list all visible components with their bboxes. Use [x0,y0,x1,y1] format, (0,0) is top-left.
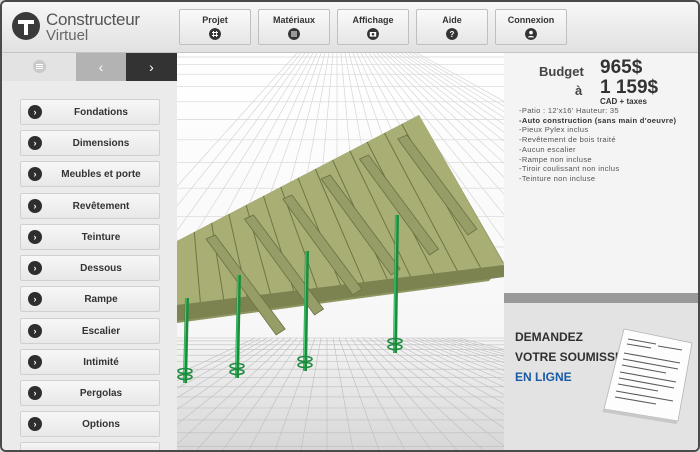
nav-connexion-button[interactable]: Connexion [495,9,567,45]
budget-range-separator: à [575,83,583,98]
detail-line: -Teinture non incluse [519,173,596,183]
menu-item-options[interactable]: › Options [20,411,160,437]
menu-item-label: Pergolas [79,388,123,399]
chevron-right-icon: › [28,386,42,400]
project-details: -Patio : 12'x16' Hauteur: 35 -Auto const… [519,106,697,184]
nav-label: Connexion [507,15,555,25]
menu-item-label: Fondations [74,107,128,118]
quote-document-image [602,328,693,424]
menu-item-label: Revêtement [72,201,130,212]
chevron-right-icon: › [28,292,42,306]
menu-item-label: Teinture [81,232,121,243]
budget-max-value: 1 159$ [600,77,659,98]
detail-line: -Rampe non incluse [519,154,592,164]
logo-subtitle: Virtuel [46,27,89,44]
chevron-right-icon: › [28,105,42,119]
nav-label: Matériaux [272,15,316,25]
chevron-right-icon: › [28,136,42,150]
nav-label: Aide [442,15,462,25]
deck-3d-render[interactable] [177,53,504,450]
menu-item-fondations[interactable]: › Fondations [20,99,160,125]
detail-line: -Auto construction (sans main d'oeuvre) [519,115,677,125]
menu-item-dimensions[interactable]: › Dimensions [20,130,160,156]
menu-item-intimite[interactable]: › Intimité [20,349,160,375]
budget-currency: CAD + taxes [600,97,647,106]
detail-line: -Revêtement de bois traité [519,135,616,145]
chevron-right-icon: › [28,355,42,369]
menu-item-label: Dessous [80,263,122,274]
sidebar-toolbar: ‹ › [2,53,177,81]
nav-materiaux-button[interactable]: Matériaux [258,9,330,45]
chevron-right-icon: › [28,417,42,431]
grid-icon [209,28,221,40]
svg-text:?: ? [450,30,455,39]
detail-line: -Aucun escalier [519,144,576,154]
menu-item-label: Options [82,419,120,430]
list-icon [288,28,300,40]
quote-request-banner[interactable]: DEMANDEZ VOTRE SOUMISSION EN LIGNE [504,303,698,450]
menu-item-teinture[interactable]: › Teinture [20,224,160,250]
budget-label: Budget [539,64,584,79]
top-bar: Constructeur Virtuel Projet Matériaux Af… [2,2,698,53]
nav-projet-button[interactable]: Projet [179,9,251,45]
nav-label: Projet [202,15,228,25]
nav-affichage-button[interactable]: Affichage [337,9,409,45]
3d-viewport[interactable] [177,53,504,450]
previous-step-button[interactable]: ‹ [76,53,126,81]
app-window: Constructeur Virtuel Projet Matériaux Af… [0,0,700,452]
menu-icon [33,60,46,73]
sidebar-menu-button[interactable] [2,53,76,81]
logo-icon [12,12,40,40]
chevron-right-icon: › [28,199,42,213]
menu-item-label: Meubles et porte [61,169,141,180]
menu-item-label: Rampe [84,294,118,305]
menu-item-label: Intimité [83,357,119,368]
menu-item-rampe[interactable]: › Rampe [20,286,160,312]
right-panel: Budget 965$ à 1 159$ CAD + taxes -Patio … [504,53,698,450]
panel-divider [504,293,698,303]
nav-aide-button[interactable]: Aide ? [416,9,488,45]
app-logo[interactable]: Constructeur Virtuel [12,10,172,46]
detail-line: -Tiroir coulissant non inclus [519,164,620,174]
promo-online-link[interactable]: EN LIGNE [515,370,572,384]
menu-item-escalier[interactable]: › Escalier [20,318,160,344]
menu-item-label: Escalier [81,326,121,337]
menu-item-revetement[interactable]: › Revêtement [20,193,160,219]
chevron-right-icon: › [28,167,42,181]
camera-icon [367,28,379,40]
menu-item-pergolas[interactable]: › Pergolas [20,380,160,406]
chevron-right-icon: › [28,324,42,338]
chevron-right-icon: › [28,230,42,244]
user-icon [525,28,537,40]
menu-item-dessous[interactable]: › Dessous [20,255,160,281]
menu-item-label: Dimensions [72,138,130,149]
promo-line-1: DEMANDEZ [515,330,583,344]
question-icon: ? [446,28,458,40]
detail-line: -Patio : 12'x16' Hauteur: 35 [519,106,619,115]
detail-line: -Pieux Pylex inclus [519,125,589,135]
left-sidebar: ‹ › › Fondations › Dimensions › Meubles … [2,53,177,450]
budget-min-value: 965$ [600,57,643,78]
nav-label: Affichage [352,15,394,25]
menu-item-partial [20,442,160,450]
next-step-button[interactable]: › [126,53,177,81]
chevron-right-icon: › [28,261,42,275]
menu-item-meubles[interactable]: › Meubles et porte [20,161,160,187]
